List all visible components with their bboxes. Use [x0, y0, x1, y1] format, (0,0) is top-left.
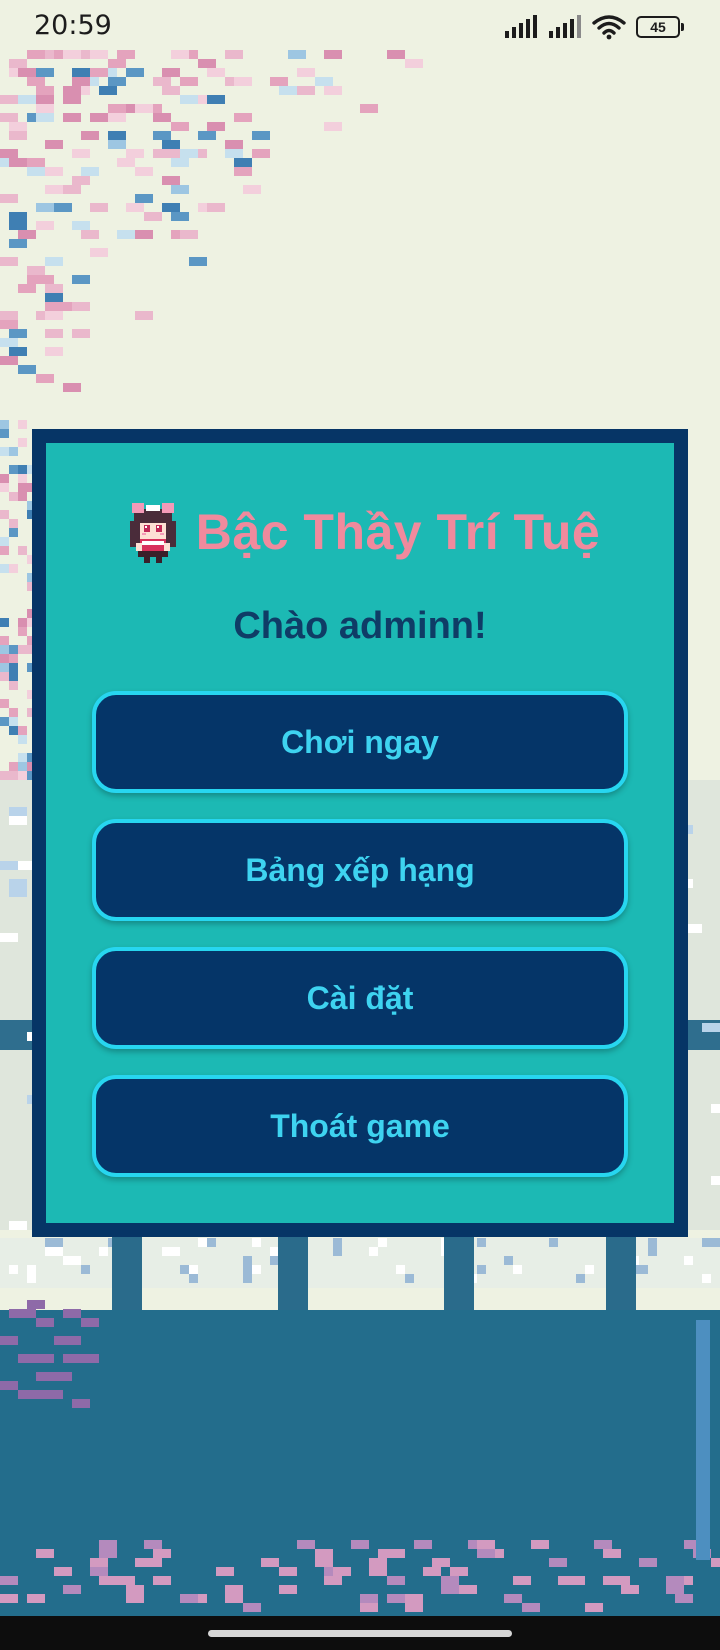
- status-time: 20:59: [34, 10, 112, 41]
- home-indicator[interactable]: [208, 1630, 512, 1637]
- title-row: Bậc Thầy Trí Tuệ: [46, 499, 674, 565]
- menu-buttons: Chơi ngay Bảng xếp hạng Cài đặt Thoát ga…: [92, 691, 628, 1203]
- game-title: Bậc Thầy Trí Tuệ: [195, 504, 601, 560]
- wifi-icon: [592, 15, 626, 40]
- status-bar: 20:59 45: [0, 0, 720, 56]
- main-menu-panel: Bậc Thầy Trí Tuệ Chào adminn! Chơi ngay …: [32, 429, 688, 1237]
- play-now-button[interactable]: Chơi ngay: [92, 691, 628, 793]
- game-screen: 20:59 45 Bậc Thầy Trí Tuệ Chào adminn! C…: [0, 0, 720, 1650]
- settings-button[interactable]: Cài đặt: [92, 947, 628, 1049]
- status-icons: 45: [504, 14, 684, 40]
- greeting-text: Chào adminn!: [233, 605, 487, 647]
- exit-game-button[interactable]: Thoát game: [92, 1075, 628, 1177]
- battery-icon: 45: [636, 16, 684, 38]
- leaderboard-button[interactable]: Bảng xếp hạng: [92, 819, 628, 921]
- signal-icon: [549, 15, 581, 38]
- battery-level: 45: [650, 19, 666, 35]
- signal-icon: [505, 15, 537, 38]
- chibi-girl-mascot-icon: [129, 503, 176, 563]
- navigation-bar: [0, 1616, 720, 1650]
